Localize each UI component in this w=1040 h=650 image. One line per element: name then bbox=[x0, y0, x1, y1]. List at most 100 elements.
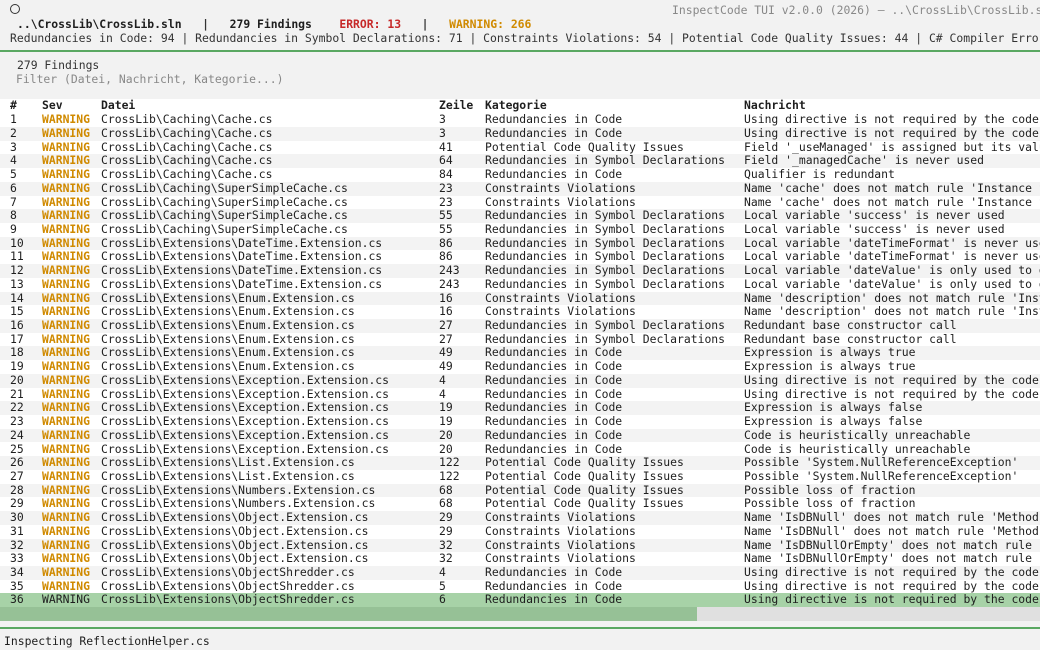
table-row[interactable]: 8 WARNING CrossLib\Caching\SuperSimpleCach… bbox=[0, 209, 1040, 223]
cell-category: Redundancies in Symbol Declarations bbox=[485, 209, 726, 223]
table-row[interactable]: 25 WARNING CrossLib\Extensions\Exception.E… bbox=[0, 443, 1040, 457]
cell-category: Redundancies in Code bbox=[485, 373, 623, 387]
cell-message: Name 'cache' does not match rule 'Instan… bbox=[744, 181, 1040, 195]
cell-file: CrossLib\Extensions\List.Extension.cs bbox=[101, 469, 355, 483]
table-header: # Sev Datei Zeile Kategorie Nachricht bbox=[0, 99, 1040, 113]
circle-icon[interactable] bbox=[10, 4, 20, 14]
table-row[interactable]: 11 WARNING CrossLib\Extensions\DateTime.Ex… bbox=[0, 250, 1040, 264]
table-row[interactable]: 35 WARNING CrossLib\Extensions\ObjectShred… bbox=[0, 580, 1040, 594]
cell-severity: WARNING bbox=[42, 538, 91, 552]
cell-number: 32 bbox=[10, 538, 24, 552]
table-row[interactable]: 5 WARNING CrossLib\Caching\Cache.cs 84 Redun… bbox=[0, 168, 1040, 182]
table-row[interactable]: 18 WARNING CrossLib\Extensions\Enum.Extens… bbox=[0, 346, 1040, 361]
cell-message: Local variable 'dateTimeFormat' is never… bbox=[744, 250, 1040, 264]
table-row[interactable]: 19 WARNING CrossLib\Extensions\Enum.Extens… bbox=[0, 360, 1040, 374]
table-row[interactable]: 12 WARNING CrossLib\Extensions\DateTime.Ex… bbox=[0, 264, 1040, 278]
table-row[interactable]: 26 WARNING CrossLib\Extensions\List.Extens… bbox=[0, 456, 1040, 470]
cell-message: Expression is always false bbox=[744, 415, 923, 429]
table-row[interactable]: 13 WARNING CrossLib\Extensions\DateTime.Ex… bbox=[0, 278, 1040, 292]
cell-category: Redundancies in Code bbox=[485, 579, 623, 593]
cell-severity: WARNING bbox=[42, 387, 91, 401]
scrollbar-thumb[interactable] bbox=[0, 607, 697, 621]
cell-line: 23 bbox=[439, 181, 453, 195]
cell-category: Potential Code Quality Issues bbox=[485, 140, 684, 154]
cell-line: 20 bbox=[439, 442, 453, 456]
table-row[interactable]: 29 WARNING CrossLib\Extensions\Numbers.Ext… bbox=[0, 497, 1040, 511]
cell-category: Redundancies in Code bbox=[485, 565, 623, 579]
error-count: ERROR: 13 bbox=[339, 17, 402, 31]
cell-category: Redundancies in Code bbox=[485, 593, 623, 607]
table-row[interactable]: 22 WARNING CrossLib\Extensions\Exception.E… bbox=[0, 401, 1040, 416]
cell-severity: WARNING bbox=[42, 140, 91, 154]
cell-file: CrossLib\Extensions\ObjectShredder.cs bbox=[101, 579, 355, 593]
cell-message: Possible 'System.NullReferenceException' bbox=[744, 456, 1019, 470]
cell-number: 12 bbox=[10, 264, 24, 278]
cell-file: CrossLib\Extensions\List.Extension.cs bbox=[101, 456, 355, 470]
column-header-file[interactable]: Datei bbox=[101, 99, 437, 113]
table-row[interactable]: 2 WARNING CrossLib\Caching\Cache.cs 3 Redund… bbox=[0, 126, 1040, 141]
column-header-number[interactable]: # bbox=[10, 99, 40, 113]
cell-message: Using directive is not required by the c… bbox=[744, 579, 1040, 593]
cell-file: CrossLib\Extensions\Object.Extension.cs bbox=[101, 524, 369, 538]
table-row[interactable]: 31 WARNING CrossLib\Extensions\Object.Exte… bbox=[0, 525, 1040, 539]
cell-severity: WARNING bbox=[42, 195, 91, 209]
table-row[interactable]: 33 WARNING CrossLib\Extensions\Object.Exte… bbox=[0, 552, 1040, 566]
cell-category: Redundancies in Code bbox=[485, 346, 623, 360]
table-row[interactable]: 6 WARNING CrossLib\Caching\SuperSimpleCach… bbox=[0, 181, 1040, 196]
cell-line: 122 bbox=[439, 469, 460, 483]
column-header-line[interactable]: Zeile bbox=[439, 99, 483, 113]
cell-message: Possible 'System.NullReferenceException' bbox=[744, 469, 1019, 483]
table-row[interactable]: 24 WARNING CrossLib\Extensions\Exception.E… bbox=[0, 428, 1040, 443]
cell-message: Expression is always true bbox=[744, 360, 916, 374]
cell-category: Constraints Violations bbox=[485, 524, 636, 538]
cell-line: 23 bbox=[439, 195, 453, 209]
table-row[interactable]: 16 WARNING CrossLib\Extensions\Enum.Extens… bbox=[0, 319, 1040, 333]
filter-input[interactable] bbox=[16, 72, 616, 86]
cell-number: 31 bbox=[10, 524, 24, 538]
table-row[interactable]: 30 WARNING CrossLib\Extensions\Object.Exte… bbox=[0, 511, 1040, 525]
cell-line: 29 bbox=[439, 524, 453, 538]
separator: | bbox=[188, 17, 223, 31]
table-row[interactable]: 36 WARNING CrossLib\Extensions\ObjectShred… bbox=[0, 593, 1040, 608]
cell-line: 4 bbox=[439, 565, 446, 579]
cell-file: CrossLib\Caching\SuperSimpleCache.cs bbox=[101, 209, 348, 223]
cell-severity: WARNING bbox=[42, 168, 91, 182]
column-header-message[interactable]: Nachricht bbox=[744, 99, 1040, 113]
cell-category: Potential Code Quality Issues bbox=[485, 483, 684, 497]
cell-severity: WARNING bbox=[42, 319, 91, 333]
table-row[interactable]: 14 WARNING CrossLib\Extensions\Enum.Extens… bbox=[0, 291, 1040, 306]
cell-number: 18 bbox=[10, 346, 24, 360]
cell-number: 35 bbox=[10, 579, 24, 593]
table-row[interactable]: 23 WARNING CrossLib\Extensions\Exception.E… bbox=[0, 415, 1040, 429]
cell-category: Redundancies in Symbol Declarations bbox=[485, 250, 726, 264]
table-row[interactable]: 15 WARNING CrossLib\Extensions\Enum.Extens… bbox=[0, 305, 1040, 319]
cell-number: 15 bbox=[10, 305, 24, 319]
table-row[interactable]: 27 WARNING CrossLib\Extensions\List.Extens… bbox=[0, 470, 1040, 484]
table-row[interactable]: 17 WARNING CrossLib\Extensions\Enum.Extens… bbox=[0, 333, 1040, 347]
cell-file: CrossLib\Extensions\Enum.Extension.cs bbox=[101, 332, 355, 346]
table-row[interactable]: 7 WARNING CrossLib\Caching\SuperSimpleCach… bbox=[0, 196, 1040, 210]
cell-number: 34 bbox=[10, 565, 24, 579]
cell-file: CrossLib\Extensions\Exception.Extension.… bbox=[101, 387, 390, 401]
table-row[interactable]: 28 WARNING CrossLib\Extensions\Numbers.Ext… bbox=[0, 483, 1040, 498]
table-row[interactable]: 34 WARNING CrossLib\Extensions\ObjectShred… bbox=[0, 565, 1040, 580]
cell-category: Redundancies in Symbol Declarations bbox=[485, 332, 726, 346]
table-row[interactable]: 9 WARNING CrossLib\Caching\SuperSimpleCach… bbox=[0, 223, 1040, 237]
table-row[interactable]: 3 WARNING CrossLib\Caching\Cache.cs 41 Poten… bbox=[0, 141, 1040, 155]
table-row[interactable]: 21 WARNING CrossLib\Extensions\Exception.E… bbox=[0, 388, 1040, 402]
cell-line: 49 bbox=[439, 346, 453, 360]
cell-message: Code is heuristically unreachable bbox=[744, 442, 971, 456]
cell-message: Name 'IsDBNull' does not match rule 'Met… bbox=[744, 511, 1040, 525]
column-header-severity[interactable]: Sev bbox=[42, 99, 100, 113]
table-row[interactable]: 32 WARNING CrossLib\Extensions\Object.Exte… bbox=[0, 538, 1040, 553]
cell-line: 27 bbox=[439, 319, 453, 333]
table-row[interactable]: 10 WARNING CrossLib\Extensions\DateTime.Ex… bbox=[0, 236, 1040, 251]
horizontal-scrollbar[interactable] bbox=[0, 607, 1040, 621]
cell-message: Name 'description' does not match rule '… bbox=[744, 305, 1040, 319]
cell-number: 29 bbox=[10, 497, 24, 511]
table-row[interactable]: 20 WARNING CrossLib\Extensions\Exception.E… bbox=[0, 373, 1040, 388]
table-row[interactable]: 1 WARNING CrossLib\Caching\Cache.cs 3 Redund… bbox=[0, 113, 1040, 127]
cell-number: 11 bbox=[10, 250, 24, 264]
table-row[interactable]: 4 WARNING CrossLib\Caching\Cache.cs 64 Redun… bbox=[0, 154, 1040, 169]
column-header-category[interactable]: Kategorie bbox=[485, 99, 743, 113]
